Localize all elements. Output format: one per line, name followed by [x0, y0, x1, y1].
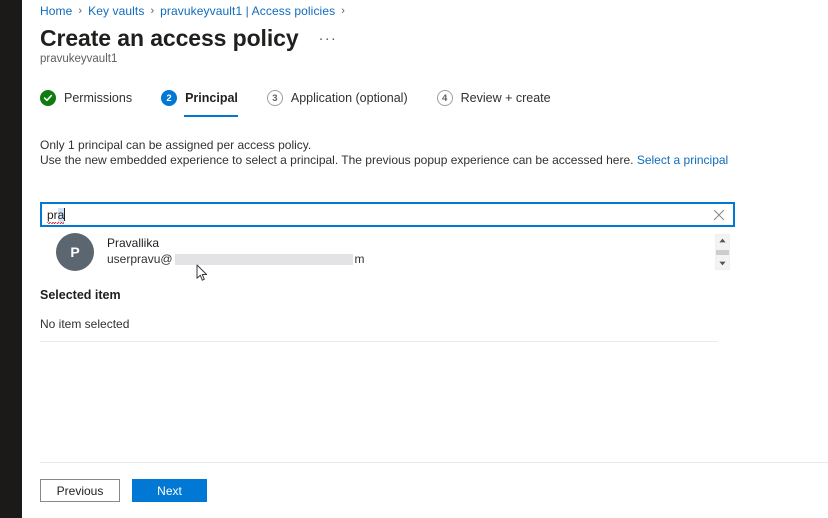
list-item-email-prefix: userpravu@	[107, 252, 173, 266]
breadcrumb-separator-icon: ›	[341, 5, 345, 17]
close-icon[interactable]	[712, 208, 726, 222]
wizard-steps: Permissions 2 Principal 3 Application (o…	[40, 84, 551, 117]
page-title: Create an access policy	[40, 25, 299, 51]
breadcrumb-item-home[interactable]: Home	[40, 4, 72, 18]
info-line-2: Use the new embedded experience to selec…	[40, 153, 728, 168]
wizard-step-review-create[interactable]: 4 Review + create	[436, 84, 551, 112]
search-text-selected: a	[57, 207, 65, 222]
step-number-badge: 4	[436, 90, 453, 106]
screen: Home › Key vaults › pravukeyvault1 | Acc…	[0, 0, 828, 518]
list-item-email-suffix: m	[354, 252, 365, 266]
wizard-step-label: Permissions	[64, 91, 133, 105]
scroll-up-icon[interactable]	[715, 235, 730, 246]
wizard-step-label: Application (optional)	[290, 91, 408, 105]
text-caret	[64, 208, 66, 221]
scroll-down-icon[interactable]	[715, 258, 730, 269]
selected-item-heading: Selected item	[40, 288, 121, 302]
footer-actions: Previous Next	[40, 479, 207, 502]
wizard-step-label: Principal	[185, 91, 238, 105]
principal-search-input[interactable]: pra	[40, 202, 735, 227]
select-a-principal-link[interactable]: Select a principal	[637, 153, 728, 167]
more-options-icon[interactable]: ···	[316, 31, 341, 46]
selected-item-empty-text: No item selected	[40, 317, 130, 331]
info-line-1: Only 1 principal can be assigned per acc…	[40, 138, 312, 152]
breadcrumb-item-access-policies[interactable]: pravukeyvault1 | Access policies	[160, 4, 335, 18]
breadcrumb-separator-icon: ›	[78, 5, 83, 17]
wizard-step-principal[interactable]: 2 Principal	[161, 84, 238, 117]
step-number-badge: 3	[266, 90, 283, 106]
page-subtitle: pravukeyvault1	[40, 53, 118, 65]
avatar: P	[56, 233, 94, 271]
list-item-name: Pravallika	[107, 236, 160, 250]
scrollbar-thumb[interactable]	[716, 249, 729, 255]
portal-left-rail	[0, 0, 22, 518]
results-scrollbar[interactable]	[715, 234, 730, 270]
title-row: Create an access policy ···	[40, 25, 340, 51]
next-button[interactable]: Next	[132, 479, 207, 502]
breadcrumb-item-key-vaults[interactable]: Key vaults	[88, 4, 144, 18]
principal-results-list: P Pravallika userpravu@ m	[40, 231, 735, 271]
blade-create-access-policy: Home › Key vaults › pravukeyvault1 | Acc…	[22, 0, 828, 518]
list-item-text: Pravallika userpravu@ m	[107, 233, 365, 267]
wizard-step-label: Review + create	[460, 91, 551, 105]
breadcrumb: Home › Key vaults › pravukeyvault1 | Acc…	[40, 3, 351, 19]
footer-divider	[40, 462, 828, 463]
info-text: Only 1 principal can be assigned per acc…	[40, 138, 728, 168]
list-item[interactable]: P Pravallika userpravu@ m	[40, 231, 735, 271]
breadcrumb-separator-icon: ›	[150, 5, 155, 17]
wizard-step-permissions[interactable]: Permissions	[40, 84, 132, 112]
check-circle-icon	[40, 90, 56, 106]
search-text-head: pr	[47, 207, 58, 222]
section-divider	[40, 341, 718, 342]
step-number-badge: 2	[161, 90, 178, 106]
list-item-email: userpravu@ m	[107, 251, 365, 267]
info-line-2-text: Use the new embedded experience to selec…	[40, 153, 634, 167]
wizard-step-application[interactable]: 3 Application (optional)	[266, 84, 408, 112]
search-input-value: pra	[47, 207, 65, 224]
previous-button[interactable]: Previous	[40, 479, 120, 502]
redaction-bar	[174, 253, 353, 265]
